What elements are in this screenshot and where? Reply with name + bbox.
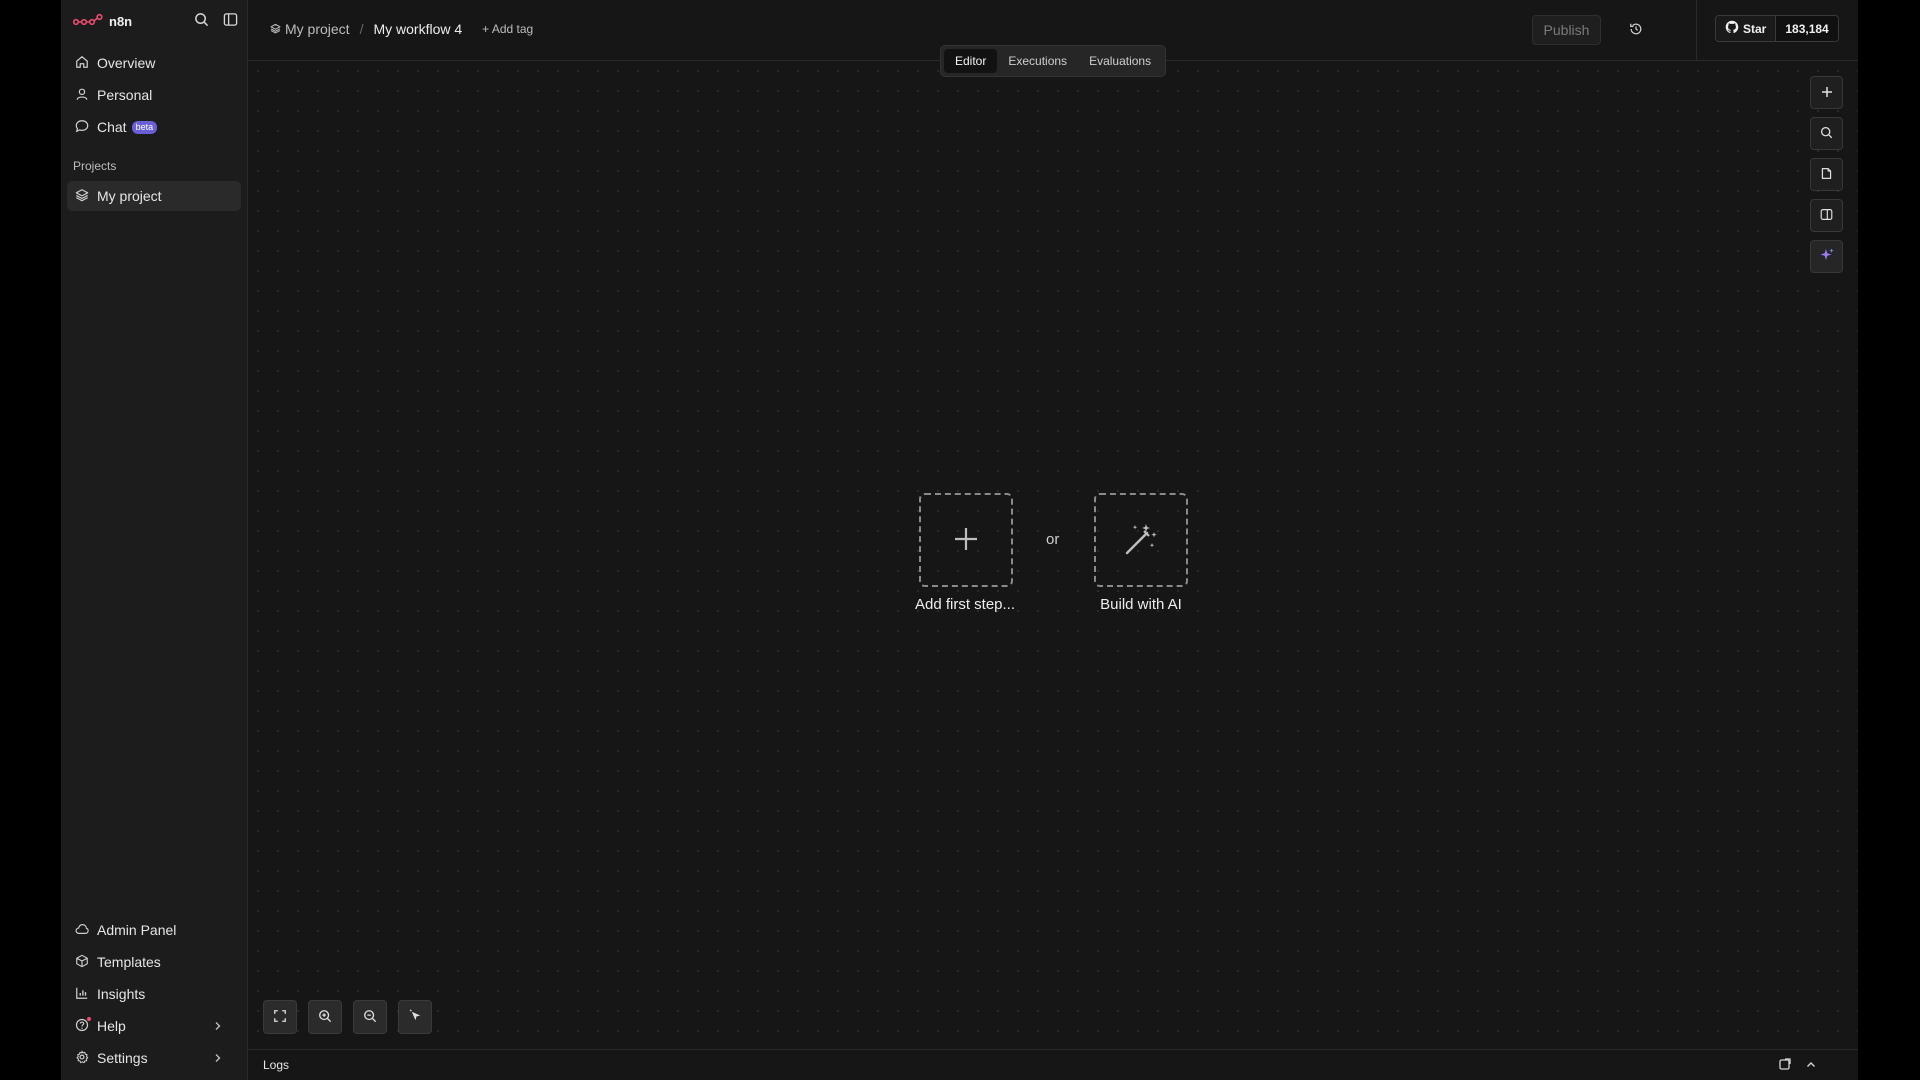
history-button[interactable]	[1624, 18, 1648, 42]
search-icon	[1820, 126, 1833, 142]
canvas-search-button[interactable]	[1810, 117, 1843, 150]
user-icon	[75, 87, 97, 104]
toggle-panel-button[interactable]	[1810, 199, 1843, 232]
chevron-right-icon	[213, 1018, 231, 1034]
search-button[interactable]	[190, 10, 212, 32]
logs-label: Logs	[263, 1058, 290, 1072]
sidebar-item-settings[interactable]: Settings	[67, 1043, 241, 1073]
sidebar-item-label: Insights	[97, 986, 146, 1002]
magic-wand-icon	[1123, 521, 1159, 560]
build-with-ai-button[interactable]	[1094, 493, 1188, 587]
sidebar-item-admin-panel[interactable]: Admin Panel	[67, 915, 241, 945]
chevron-up-icon	[1806, 1057, 1816, 1073]
workflow-name[interactable]: My workflow 4	[373, 21, 462, 37]
sticky-note-icon	[1820, 167, 1833, 183]
projects-heading: Projects	[73, 159, 117, 173]
cursor-sparkle-icon	[408, 1008, 423, 1026]
layers-icon	[270, 21, 285, 37]
pop-out-logs-button[interactable]	[1777, 1057, 1793, 1073]
ai-assistant-button[interactable]	[1810, 240, 1843, 273]
beta-badge: beta	[131, 120, 158, 134]
github-icon	[1725, 20, 1743, 37]
sidebar-item-personal[interactable]: Personal	[67, 80, 241, 110]
tab-evaluations[interactable]: Evaluations	[1078, 49, 1162, 73]
add-tag-button[interactable]: + Add tag	[482, 22, 533, 36]
panel-icon	[1820, 208, 1833, 224]
header-divider	[1696, 0, 1697, 60]
workflow-canvas[interactable]	[248, 61, 1858, 1049]
chevron-right-icon	[213, 1050, 231, 1066]
plus-icon	[1821, 85, 1833, 101]
zoom-out-icon	[363, 1009, 377, 1026]
tab-executions[interactable]: Executions	[997, 49, 1078, 73]
publish-button[interactable]: Publish	[1532, 15, 1601, 45]
sidebar-item-label: Templates	[97, 954, 161, 970]
n8n-logo-icon	[72, 13, 103, 30]
sidebar-item-label: Admin Panel	[97, 922, 177, 938]
sidebar-item-label: Help	[97, 1018, 126, 1034]
fit-view-button[interactable]	[263, 1000, 297, 1034]
zoom-in-button[interactable]	[308, 1000, 342, 1034]
plus-icon	[953, 526, 979, 555]
add-first-step-label: Add first step...	[914, 596, 1016, 613]
search-icon	[194, 12, 209, 30]
sidebar-toggle-icon	[223, 12, 238, 30]
add-first-step-button[interactable]	[919, 493, 1013, 587]
sidebar: n8n Overview Personal Chat beta Projects	[61, 0, 248, 1080]
zoom-in-icon	[318, 1009, 332, 1026]
help-icon	[75, 1018, 97, 1035]
github-star-button[interactable]: Star 183,184	[1715, 15, 1839, 42]
breadcrumb: My project / My workflow 4 + Add tag	[270, 21, 533, 37]
notification-dot	[87, 1017, 91, 1021]
fullscreen-icon	[273, 1009, 287, 1026]
view-tabs: Editor Executions Evaluations	[940, 45, 1167, 77]
pop-out-icon	[1779, 1057, 1791, 1073]
toggle-sidebar-button[interactable]	[219, 10, 241, 32]
expand-logs-button[interactable]	[1803, 1057, 1819, 1073]
chat-icon	[75, 119, 97, 136]
sidebar-item-insights[interactable]: Insights	[67, 979, 241, 1009]
layers-icon	[75, 188, 97, 205]
cloud-icon	[75, 922, 97, 939]
zoom-out-button[interactable]	[353, 1000, 387, 1034]
brand-name: n8n	[109, 13, 133, 29]
bar-chart-icon	[75, 986, 97, 1003]
templates-icon	[75, 954, 97, 971]
sidebar-item-label: Settings	[97, 1050, 148, 1066]
sparkle-icon	[1819, 247, 1835, 266]
history-icon	[1629, 22, 1643, 39]
sticky-note-button[interactable]	[1810, 158, 1843, 191]
sidebar-item-templates[interactable]: Templates	[67, 947, 241, 977]
sidebar-item-chat[interactable]: Chat beta	[67, 112, 241, 142]
breadcrumb-separator: /	[359, 21, 364, 37]
sidebar-item-label: Chat	[97, 119, 127, 135]
build-with-ai-label: Build with AI	[1100, 596, 1182, 613]
breadcrumb-project-label: My project	[285, 21, 350, 37]
home-icon	[75, 55, 97, 72]
sidebar-item-my-project[interactable]: My project	[67, 181, 241, 211]
logs-panel-bar[interactable]: Logs	[248, 1049, 1858, 1080]
tidy-up-button[interactable]	[398, 1000, 432, 1034]
github-star-count: 183,184	[1776, 16, 1838, 41]
breadcrumb-project[interactable]: My project	[270, 21, 350, 37]
sidebar-item-label: My project	[97, 188, 162, 204]
sidebar-item-label: Personal	[97, 87, 153, 103]
add-node-button[interactable]	[1810, 76, 1843, 109]
github-star-label: Star	[1743, 21, 1767, 36]
gear-icon	[75, 1050, 97, 1067]
logo[interactable]: n8n	[72, 10, 241, 32]
sidebar-item-help[interactable]: Help	[67, 1011, 241, 1041]
sidebar-item-label: Overview	[97, 55, 156, 71]
tab-editor[interactable]: Editor	[944, 49, 998, 73]
sidebar-item-overview[interactable]: Overview	[67, 48, 241, 78]
or-separator: or	[1046, 531, 1060, 548]
app-window: n8n Overview Personal Chat beta Projects	[61, 0, 1858, 1080]
